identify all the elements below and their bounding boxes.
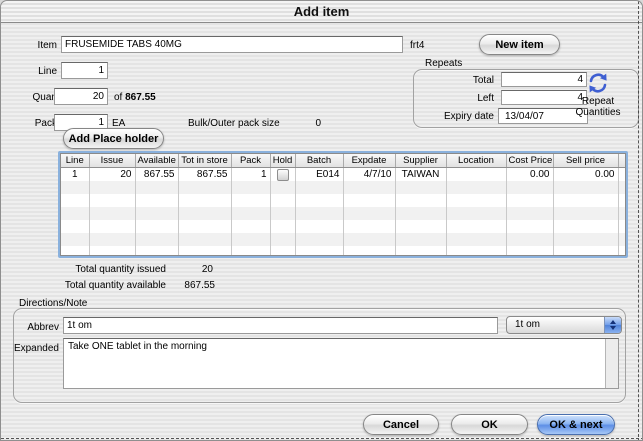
item-label: Item [15, 40, 57, 51]
empty-table-row [61, 246, 626, 256]
col-header-tot-in-store[interactable]: Tot in store [178, 154, 231, 168]
col-header-cost-price[interactable]: Cost Price [506, 154, 553, 168]
refresh-arrows-icon [587, 72, 609, 94]
expanded-scrollbar[interactable] [605, 339, 618, 388]
repeats-total-label: Total [421, 75, 494, 86]
abbrev-dropdown-value: 1t om [507, 317, 604, 333]
new-item-button[interactable]: New item [479, 34, 560, 55]
cell-supplier: TAIWAN [395, 168, 446, 182]
item-input[interactable] [61, 36, 403, 53]
dropdown-stepper-icon [604, 317, 621, 333]
cell-available: 867.55 [135, 168, 178, 182]
col-header-supplier[interactable]: Supplier [395, 154, 446, 168]
col-header-line[interactable]: Line [61, 154, 89, 168]
empty-table-row [61, 181, 626, 194]
add-placeholder-button[interactable]: Add Place holder [63, 128, 164, 149]
item-code: frt4 [410, 40, 424, 51]
abbrev-dropdown[interactable]: 1t om [506, 316, 622, 334]
total-issued-label: Total quantity issued [21, 264, 166, 275]
window-title: Add item [294, 4, 350, 19]
title-bar[interactable]: Add item [1, 1, 642, 23]
quan-total-value: 867.55 [125, 92, 156, 103]
bulk-pack-value: 0 [301, 118, 321, 129]
expanded-label: Expanded [11, 343, 59, 354]
empty-table-row [61, 220, 626, 233]
ok-button[interactable]: OK [451, 414, 528, 435]
total-available-value: 867.55 [166, 280, 215, 291]
cell-pack: 1 [231, 168, 270, 182]
cell-location [446, 168, 506, 182]
cell-filler [618, 168, 626, 182]
col-header-expdate[interactable]: Expdate [343, 154, 395, 168]
cell-batch: E014 [295, 168, 343, 182]
col-header-location[interactable]: Location [446, 154, 506, 168]
empty-table-row [61, 207, 626, 220]
quan-input[interactable] [54, 88, 108, 105]
repeat-quantities-label-line2: Quantities [575, 107, 620, 118]
repeats-expiry-label: Expiry date [421, 111, 494, 122]
empty-table-row [61, 233, 626, 246]
repeats-left-label: Left [421, 93, 494, 104]
cell-tot-in-store: 867.55 [178, 168, 231, 182]
cancel-button[interactable]: Cancel [363, 414, 439, 435]
ok-and-next-button[interactable]: OK & next [537, 414, 615, 435]
selection-marquee-right [638, 1, 639, 441]
table-header-row: Line Issue Available Tot in store Pack H… [61, 154, 626, 168]
col-header-issue[interactable]: Issue [89, 154, 135, 168]
col-header-available[interactable]: Available [135, 154, 178, 168]
empty-table-row [61, 194, 626, 207]
bulk-pack-label: Bulk/Outer pack size [188, 118, 280, 129]
table-row[interactable]: 1 20 867.55 867.55 1 E014 4/7/10 TAIWAN … [61, 168, 626, 182]
quan-label: Quan [15, 92, 57, 103]
expanded-textarea[interactable]: Take ONE tablet in the morning [64, 339, 606, 388]
add-item-dialog: Add item Item frt4 New item Line Quan of… [0, 0, 643, 441]
cell-cost-price: 0.00 [506, 168, 553, 182]
col-header-sell-price[interactable]: Sell price [553, 154, 618, 168]
line-input[interactable] [61, 62, 108, 79]
col-header-hold[interactable]: Hold [270, 154, 295, 168]
cell-issue[interactable]: 20 [89, 168, 135, 182]
cell-hold [270, 168, 295, 182]
pack-label: Pack [15, 118, 57, 129]
repeat-quantities-label-line1: Repeat [582, 96, 614, 107]
cell-line: 1 [61, 168, 89, 182]
hold-checkbox[interactable] [277, 169, 289, 181]
quan-of-total: of 867.55 [114, 92, 156, 103]
repeats-title: Repeats [425, 58, 462, 69]
repeat-quantities-button[interactable]: Repeat Quantities [559, 71, 637, 126]
total-issued-value: 20 [166, 264, 213, 275]
stock-table: Line Issue Available Tot in store Pack H… [58, 151, 628, 258]
cell-sell-price: 0.00 [553, 168, 618, 182]
line-label: Line [15, 66, 57, 77]
col-header-filler [618, 154, 626, 168]
expanded-field: Take ONE tablet in the morning [63, 338, 619, 389]
col-header-pack[interactable]: Pack [231, 154, 270, 168]
col-header-batch[interactable]: Batch [295, 154, 343, 168]
selection-marquee-bottom [1, 438, 643, 439]
cell-expdate: 4/7/10 [343, 168, 395, 182]
total-available-label: Total quantity available [21, 280, 166, 291]
abbrev-input[interactable] [63, 317, 498, 334]
abbrev-label: Abbrev [15, 322, 59, 333]
